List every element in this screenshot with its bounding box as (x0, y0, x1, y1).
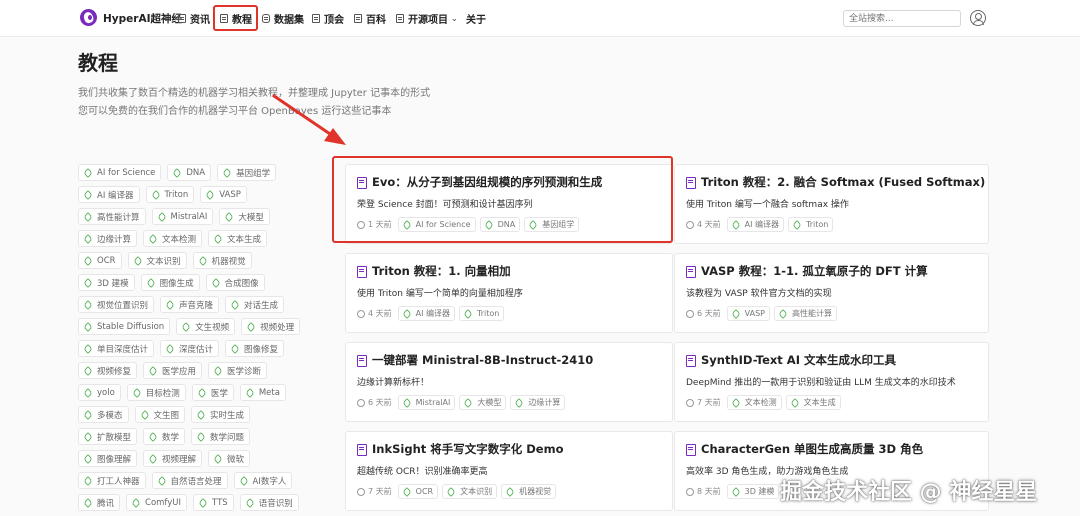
annotation-arrow (272, 94, 346, 145)
watermark: 掘金技术社区 @ 神经星星 (780, 480, 1038, 505)
